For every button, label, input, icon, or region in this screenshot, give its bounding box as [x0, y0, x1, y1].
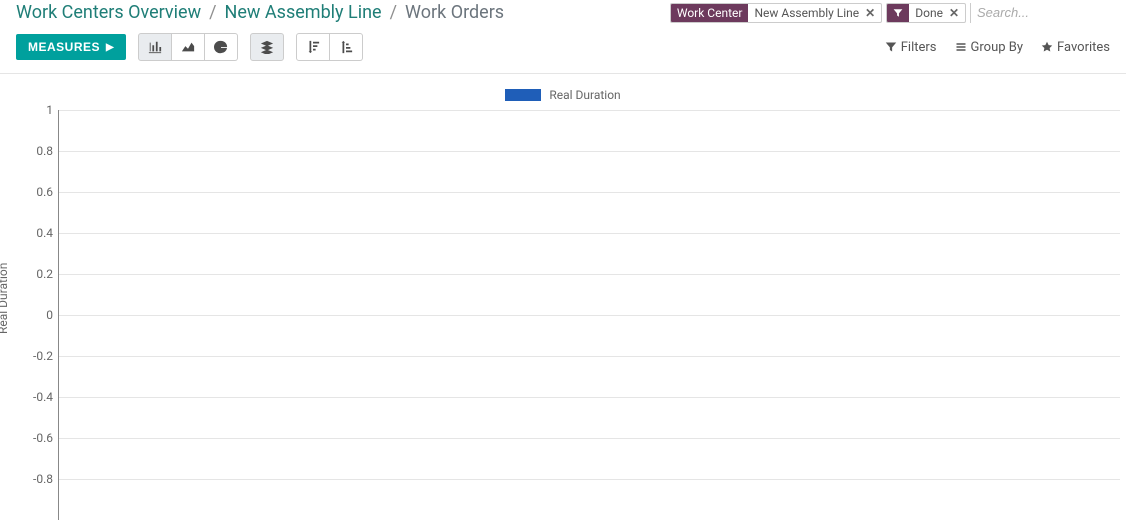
y-tick-label: -0.6	[19, 431, 53, 445]
y-tick-label: 0.2	[19, 267, 53, 281]
favorites-label: Favorites	[1057, 40, 1110, 55]
y-tick-label: 1	[19, 103, 53, 117]
legend-swatch	[505, 89, 541, 101]
stack-group	[250, 33, 284, 61]
grid-line	[59, 438, 1120, 439]
toolbar-row: MEASURES ▶	[0, 27, 1126, 74]
close-icon[interactable]: ✕	[865, 6, 875, 20]
filters-label: Filters	[901, 40, 937, 55]
y-axis-label: Real Duration	[0, 263, 10, 334]
group-by-button[interactable]: Group By	[955, 40, 1024, 55]
group-by-label: Group By	[971, 40, 1024, 55]
sort-asc-icon[interactable]	[330, 33, 363, 61]
search-facet-done[interactable]: Done ✕	[886, 3, 966, 23]
chart-plot: 10.80.60.40.20-0.2-0.4-0.6-0.8	[58, 110, 1120, 520]
grid-line	[59, 274, 1120, 275]
close-icon[interactable]: ✕	[949, 6, 959, 20]
chart-legend: Real Duration	[0, 88, 1126, 102]
sort-group	[296, 33, 363, 61]
right-tools: Filters Group By Favorites	[885, 40, 1110, 55]
y-tick-label: 0	[19, 308, 53, 322]
grid-line	[59, 356, 1120, 357]
y-tick-label: -0.8	[19, 472, 53, 486]
facet-value-text: Done	[915, 6, 943, 20]
facet-value-text: New Assembly Line	[754, 6, 859, 20]
measures-label: MEASURES	[28, 40, 100, 54]
filter-icon	[887, 4, 909, 22]
grid-line	[59, 192, 1120, 193]
grid-line	[59, 397, 1120, 398]
line-chart-icon[interactable]	[172, 33, 205, 61]
chart-area: Real Duration Real Duration 10.80.60.40.…	[0, 74, 1126, 520]
search-facet-workcenter[interactable]: Work Center New Assembly Line ✕	[670, 3, 882, 23]
y-tick-label: 0.8	[19, 144, 53, 158]
legend-label: Real Duration	[549, 88, 620, 102]
grid-line	[59, 233, 1120, 234]
breadcrumb-item-0[interactable]: Work Centers Overview	[16, 2, 201, 23]
grid-line	[59, 479, 1120, 480]
filter-icon	[885, 41, 897, 53]
breadcrumb: Work Centers Overview / New Assembly Lin…	[16, 2, 504, 23]
facet-value: New Assembly Line ✕	[748, 4, 881, 22]
chart-type-group	[138, 33, 238, 61]
breadcrumb-separator: /	[209, 2, 216, 23]
y-tick-label: -0.2	[19, 349, 53, 363]
breadcrumb-item-2: Work Orders	[405, 2, 504, 23]
pie-chart-icon[interactable]	[205, 33, 238, 61]
left-tools: MEASURES ▶	[16, 33, 363, 61]
breadcrumb-item-1[interactable]: New Assembly Line	[225, 2, 382, 23]
search-area: Work Center New Assembly Line ✕ Done ✕	[670, 3, 1110, 23]
filters-button[interactable]: Filters	[885, 40, 937, 55]
sort-desc-icon[interactable]	[296, 33, 330, 61]
grid-line	[59, 315, 1120, 316]
bar-chart-icon[interactable]	[138, 33, 172, 61]
y-tick-label: 0.6	[19, 185, 53, 199]
measures-button[interactable]: MEASURES ▶	[16, 34, 126, 60]
facet-value: Done ✕	[909, 4, 965, 22]
top-row: Work Centers Overview / New Assembly Lin…	[0, 0, 1126, 27]
breadcrumb-separator: /	[390, 2, 397, 23]
list-icon	[955, 41, 967, 53]
caret-right-icon: ▶	[106, 42, 114, 53]
y-tick-label: 0.4	[19, 226, 53, 240]
star-icon	[1041, 41, 1053, 53]
grid-line	[59, 110, 1120, 111]
stacked-icon[interactable]	[250, 33, 284, 61]
grid-line	[59, 151, 1120, 152]
favorites-button[interactable]: Favorites	[1041, 40, 1110, 55]
search-input[interactable]	[970, 3, 1110, 23]
facet-label: Work Center	[671, 4, 749, 22]
y-tick-label: -0.4	[19, 390, 53, 404]
